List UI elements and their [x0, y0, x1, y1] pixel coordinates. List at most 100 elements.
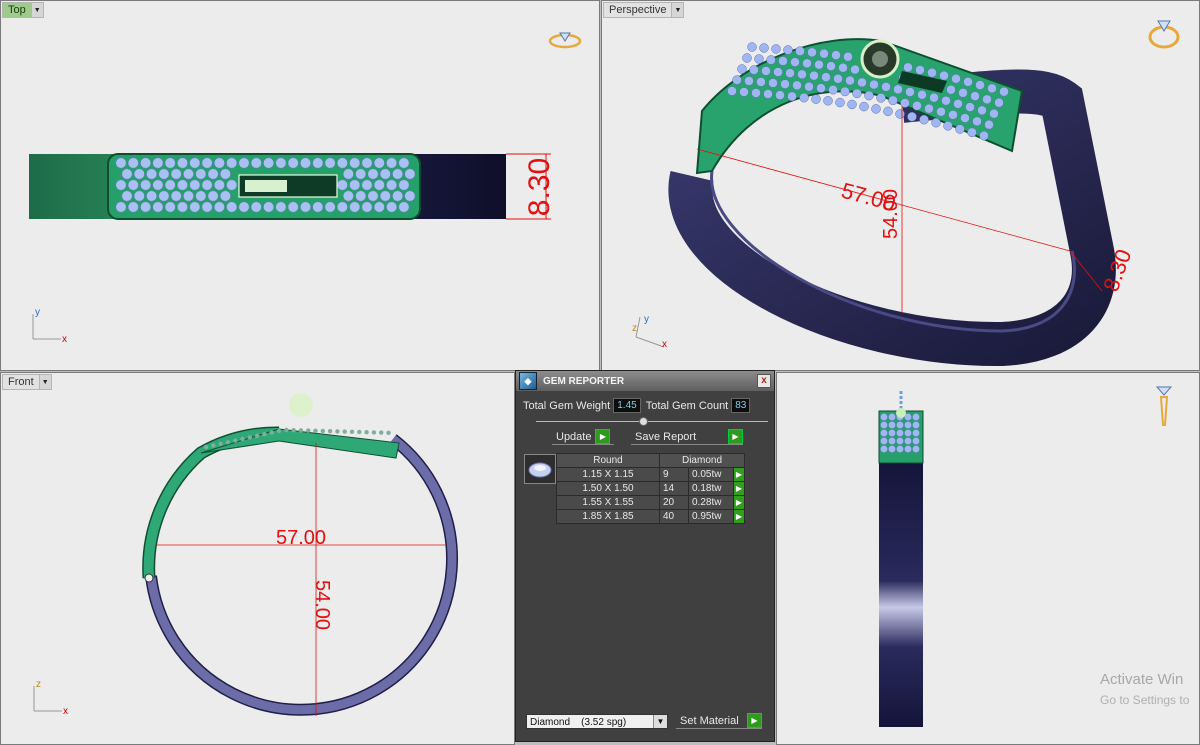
select-row-icon[interactable]: ▶ [733, 509, 745, 524]
gem-count: 14 [659, 481, 689, 496]
viewport-top-label[interactable]: Top [2, 2, 31, 18]
gem-stone [778, 56, 788, 66]
save-report-button[interactable]: Save Report ▶ [631, 429, 743, 445]
gem-stone [115, 157, 127, 169]
close-icon[interactable]: x [757, 374, 771, 388]
select-row-icon[interactable]: ▶ [733, 467, 745, 482]
viewport-front[interactable]: 57.00 54.00 x z Front ▼ [0, 372, 515, 745]
gem-stone [828, 84, 838, 95]
ring-icon [548, 32, 582, 49]
activation-watermark-title: Activate Win [1100, 671, 1184, 688]
gem-size: 1.55 X 1.55 [556, 495, 660, 510]
gem-stone [404, 168, 416, 180]
total-weight-value: 1.45 [613, 398, 641, 413]
gem-stone [912, 445, 920, 453]
gem-stone [367, 190, 379, 202]
gem-stone [929, 92, 939, 103]
gem-stone [386, 430, 391, 435]
panel-slider[interactable] [536, 417, 768, 426]
viewport-front-tab[interactable]: Front ▼ [2, 374, 52, 390]
table-row[interactable]: 1.85 X 1.85 40 0.95tw ▶ [556, 509, 745, 524]
gem-stone [183, 168, 194, 180]
gem-stone [367, 168, 379, 180]
gem-stone [226, 201, 238, 213]
gem-stone [871, 104, 881, 114]
gem-stone [941, 95, 951, 106]
gem-reporter-titlebar[interactable]: ◆ GEM REPORTER x [516, 371, 774, 391]
gem-stone [977, 105, 987, 116]
persp-inner-dimension: 54.00 [880, 189, 902, 239]
dropdown-arrow-icon[interactable]: ▼ [30, 2, 44, 18]
table-row[interactable]: 1.15 X 1.15 9 0.05tw ▶ [556, 467, 745, 482]
gem-stone [263, 157, 275, 169]
gem-stone [189, 157, 201, 169]
gem-stone [373, 179, 385, 191]
slider-thumb[interactable] [639, 417, 648, 426]
gem-stone [955, 124, 965, 134]
total-count-label: Total Gem Count [645, 399, 729, 412]
gem-stone [895, 109, 905, 119]
gem-stone [398, 201, 410, 213]
gem-stone [876, 93, 886, 103]
gem-stone [780, 79, 790, 89]
viewport-right[interactable]: Activate Win Go to Settings to [776, 372, 1200, 745]
gem-stone [324, 157, 336, 169]
gem-stone [226, 179, 238, 191]
gem-stone [291, 428, 296, 433]
gem-stone [742, 53, 752, 63]
gem-stone [404, 190, 416, 202]
gem-stone [379, 168, 391, 180]
dropdown-arrow-icon[interactable]: ▼ [38, 374, 52, 390]
gem-stone [912, 100, 922, 111]
gem-stone [880, 421, 888, 429]
gem-stone [226, 157, 238, 169]
update-button[interactable]: Update ▶ [552, 429, 614, 445]
gem-stone [140, 179, 152, 191]
viewport-front-label[interactable]: Front [2, 374, 39, 390]
gem-stone [203, 444, 209, 450]
table-row[interactable]: 1.55 X 1.55 20 0.28tw ▶ [556, 495, 745, 510]
select-row-icon[interactable]: ▶ [733, 495, 745, 510]
gem-stone [355, 168, 367, 180]
gem-stone [907, 111, 917, 122]
gem-stone [797, 69, 807, 80]
gem-stone [787, 91, 797, 102]
gem-stone [336, 157, 348, 169]
select-row-icon[interactable]: ▶ [733, 481, 745, 496]
viewport-perspective-tab[interactable]: Perspective ▼ [603, 2, 685, 18]
gem-stone [809, 70, 819, 81]
viewport-perspective-label[interactable]: Perspective [603, 2, 672, 18]
gem-stone [979, 130, 989, 141]
gem-reporter-logo-icon: ◆ [519, 372, 537, 390]
gem-stone [152, 157, 164, 169]
gem-stone [327, 429, 333, 434]
update-button-label: Update [556, 430, 592, 443]
gem-stone [896, 429, 904, 437]
gem-stone [250, 201, 262, 213]
gem-stone [335, 429, 340, 434]
gem-stone [300, 201, 311, 213]
viewport-top[interactable]: 8.30 x y Top ▼ [0, 0, 600, 371]
gem-stone [826, 61, 836, 71]
gem-stone [207, 168, 219, 180]
chevron-down-icon[interactable]: ▼ [653, 715, 667, 728]
material-select[interactable]: Diamond (3.52 spg) ▼ [526, 714, 668, 729]
gem-stone [739, 87, 749, 97]
gem-stone [953, 99, 963, 109]
gem-stone [833, 73, 843, 84]
viewport-top-tab[interactable]: Top ▼ [2, 2, 44, 18]
gem-stone [816, 83, 826, 93]
viewport-perspective[interactable]: 57.00 54.00 8.30 x y z Perspective ▼ [601, 0, 1200, 371]
gem-stone [893, 84, 903, 95]
gem-stone [896, 437, 904, 445]
gem-stone [201, 179, 213, 191]
gem-stone [790, 57, 800, 67]
gem-stone [775, 90, 785, 100]
dropdown-arrow-icon[interactable]: ▼ [671, 2, 685, 18]
gem-stone [912, 429, 920, 437]
gem-stone [965, 102, 975, 112]
gem-stone [737, 64, 747, 74]
set-material-button[interactable]: Set Material ▶ [676, 713, 762, 729]
table-row[interactable]: 1.50 X 1.50 14 0.18tw ▶ [556, 481, 745, 496]
gem-stone [951, 73, 961, 84]
